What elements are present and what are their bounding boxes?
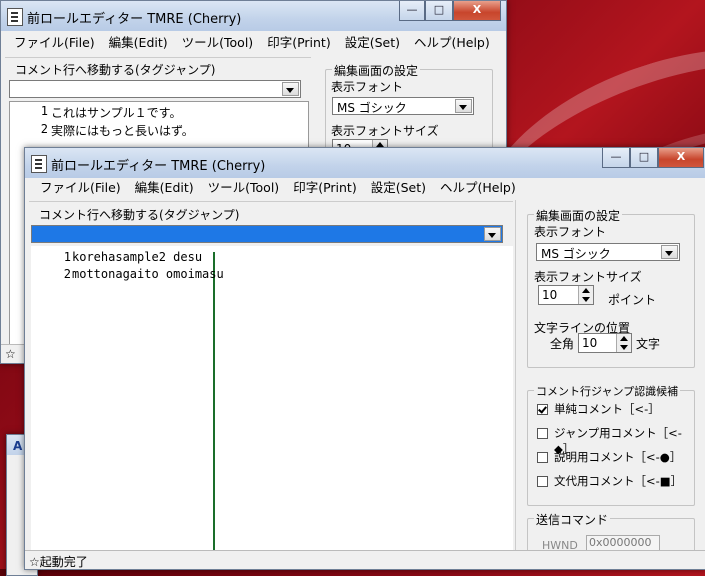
font-size-label: 表示フォントサイズ	[534, 270, 642, 284]
menu-set[interactable]: 設定(Set)	[364, 178, 433, 198]
app-icon	[7, 8, 23, 26]
spinner-arrows-icon[interactable]	[578, 286, 593, 304]
maximize-button[interactable]: □	[425, 1, 453, 21]
editor-line[interactable]: これはサンプル１です。	[51, 104, 181, 121]
line-position-value: 10	[582, 336, 598, 350]
menu-help[interactable]: ヘルプ(Help)	[433, 178, 523, 198]
checkbox-description-comment[interactable]	[537, 452, 548, 463]
group-title: 送信コマンド	[534, 511, 611, 528]
status-text: ☆起動完了	[29, 555, 88, 569]
checkbox-substitute-comment[interactable]	[537, 476, 548, 487]
chevron-down-icon[interactable]	[282, 82, 299, 96]
title-bar[interactable]: 前ロールエディター TMRE (Cherry) — □ X	[25, 148, 705, 178]
hwnd-value: 0x0000000	[589, 536, 652, 549]
jump-label: コメント行へ移動する(タグジャンプ)	[15, 63, 216, 77]
checkbox-simple-comment[interactable]	[537, 404, 548, 415]
point-label: ポイント	[608, 293, 657, 307]
menu-edit[interactable]: 編集(Edit)	[102, 33, 175, 53]
close-button[interactable]: X	[658, 148, 704, 168]
maximize-button[interactable]: □	[630, 148, 658, 168]
checkbox-label[interactable]: 説明用コメント［<-●］	[554, 449, 681, 465]
editor-line[interactable]: korehasample2 desu	[72, 250, 202, 264]
editor-line[interactable]: mottonagaito omoimasu	[72, 267, 224, 281]
app-icon: A	[13, 439, 23, 453]
window-title: 前ロールエディター TMRE (Cherry)	[51, 159, 266, 174]
menu-edit[interactable]: 編集(Edit)	[128, 178, 201, 198]
menu-help[interactable]: ヘルプ(Help)	[407, 33, 497, 53]
checkbox-jump-comment[interactable]	[537, 428, 548, 439]
font-size-value: 10	[542, 288, 558, 302]
line-number: 1	[40, 104, 48, 118]
editor-area[interactable]: 1 korehasample2 desu 2 mottonagaito omoi…	[31, 246, 513, 550]
font-size-label: 表示フォントサイズ	[331, 124, 439, 138]
chevron-down-icon[interactable]	[661, 245, 678, 259]
font-label: 表示フォント	[331, 80, 404, 94]
checkbox-label[interactable]: 文代用コメント［<-■］	[554, 473, 682, 489]
menu-print[interactable]: 印字(Print)	[286, 178, 364, 198]
menu-tool[interactable]: ツール(Tool)	[175, 33, 261, 53]
minimize-button[interactable]: —	[602, 148, 630, 168]
spinner-arrows-icon[interactable]	[616, 334, 631, 352]
menu-file[interactable]: ファイル(File)	[33, 178, 128, 198]
font-value: MS ゴシック	[337, 101, 407, 115]
line-position-spinner[interactable]: 10	[578, 333, 632, 353]
font-combo[interactable]: MS ゴシック	[332, 97, 474, 115]
font-label: 表示フォント	[534, 225, 607, 239]
menu-tool[interactable]: ツール(Tool)	[201, 178, 287, 198]
window-title: 前ロールエディター TMRE (Cherry)	[27, 12, 242, 27]
jump-label: コメント行へ移動する(タグジャンプ)	[39, 208, 240, 222]
font-combo[interactable]: MS ゴシック	[536, 243, 680, 261]
editor-line[interactable]: 実際にはもっと長いはず。	[51, 122, 194, 139]
font-value: MS ゴシック	[541, 247, 611, 261]
chevron-down-icon[interactable]	[484, 227, 501, 241]
menu-set[interactable]: 設定(Set)	[338, 33, 407, 53]
minimize-button[interactable]: —	[399, 1, 425, 21]
column-guide-line	[213, 252, 215, 550]
line-number: 2	[40, 122, 48, 136]
font-size-spinner[interactable]: 10	[538, 285, 594, 305]
zenkaku-label: 全角	[550, 337, 575, 351]
status-text: ☆	[5, 347, 16, 361]
app-icon	[31, 155, 47, 173]
menu-print[interactable]: 印字(Print)	[260, 33, 338, 53]
group-title: 編集画面の設定	[332, 62, 421, 79]
checkbox-label[interactable]: 単純コメント［<-］	[554, 401, 660, 417]
front-editor-window[interactable]: 前ロールエディター TMRE (Cherry) — □ X ファイル(File)…	[24, 147, 705, 570]
group-title: コメント行ジャンプ認識候補	[534, 383, 681, 399]
status-bar: ☆起動完了	[25, 550, 705, 569]
chevron-down-icon[interactable]	[455, 99, 472, 113]
menu-bar: ファイル(File) 編集(Edit) ツール(Tool) 印字(Print) 設定(S…	[33, 178, 705, 198]
menu-bar: ファイル(File) 編集(Edit) ツール(Tool) 印字(Print) 設定(S…	[7, 33, 506, 53]
title-bar[interactable]: 前ロールエディター TMRE (Cherry) — □ X	[1, 1, 506, 31]
group-title: 編集画面の設定	[534, 207, 623, 224]
jump-candidates-group: コメント行ジャンプ認識候補 単純コメント［<-］ ジャンプ用コメント［<-◆］ …	[527, 383, 695, 506]
line-number: 1	[63, 250, 71, 264]
jump-combo[interactable]	[9, 80, 301, 98]
close-button[interactable]: X	[453, 1, 501, 21]
moji-label: 文字	[636, 337, 661, 351]
display-settings-group: 編集画面の設定 表示フォント MS ゴシック 表示フォントサイズ 10 ポイント…	[527, 207, 695, 368]
line-number: 2	[63, 267, 71, 281]
jump-combo[interactable]	[31, 225, 503, 243]
menu-file[interactable]: ファイル(File)	[7, 33, 102, 53]
